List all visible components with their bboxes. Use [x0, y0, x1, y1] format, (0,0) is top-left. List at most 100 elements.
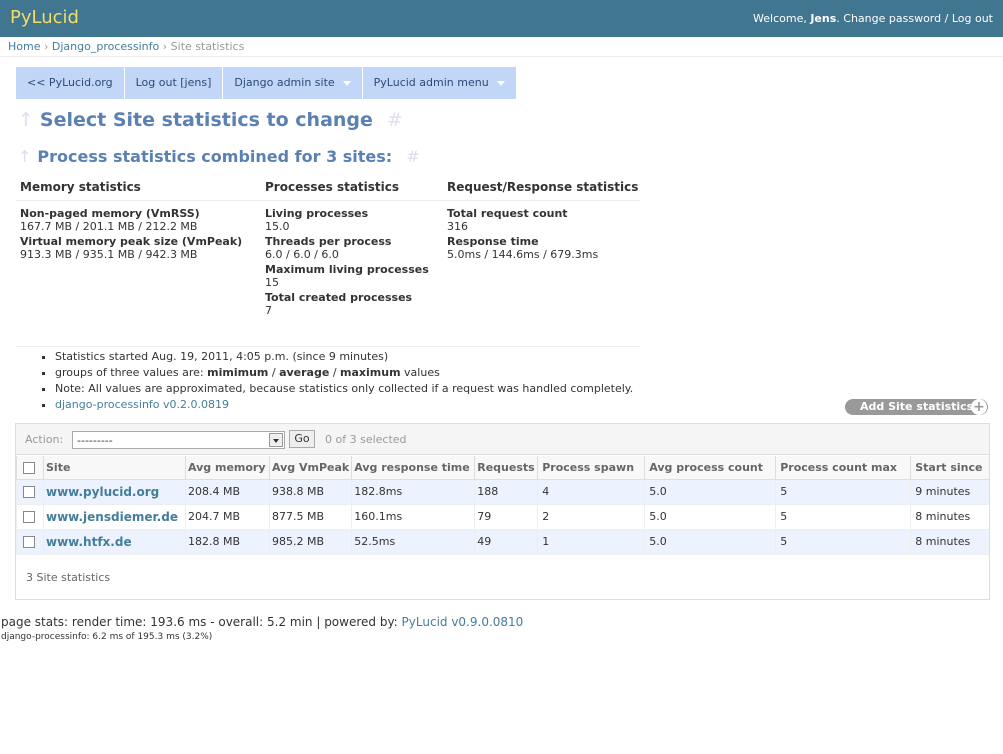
column-header-requests[interactable]: Requests: [474, 456, 538, 480]
username: Jens: [810, 12, 837, 25]
processinfo-stats: django-processinfo: 6.2 ms of 195.3 ms (…: [1, 632, 213, 642]
breadcrumb: Home › Django_processinfo › Site statist…: [0, 37, 1003, 57]
menu-item-logout[interactable]: Log out [jens]: [124, 67, 224, 99]
column-header-process-spawn[interactable]: Process spawn: [537, 456, 645, 480]
process-spawn-cell: 2: [537, 504, 645, 530]
processes-stats-title: Processes statistics: [265, 180, 400, 194]
groups-avg: average: [279, 366, 330, 379]
page-title: ↑ Select Site statistics to change #: [18, 109, 403, 131]
anchor-link-icon[interactable]: #: [387, 109, 403, 131]
avg-response-time-cell: 52.5ms: [351, 529, 475, 555]
changelist: Action: --------- Go 0 of 3 selected Sit…: [15, 423, 990, 600]
column-header-label: Requests: [477, 460, 535, 474]
row-checkbox[interactable]: [23, 486, 35, 498]
breadcrumb-separator: ›: [43, 40, 49, 53]
row-checkbox[interactable]: [23, 511, 35, 523]
menu-item-label: << PyLucid.org: [27, 76, 113, 89]
column-header-label: Avg VmPeak: [272, 460, 350, 474]
avg-vmpeak-cell: 877.5 MB: [268, 504, 352, 530]
pylucid-version-link[interactable]: PyLucid v0.9.0.0810: [402, 615, 524, 629]
site-link[interactable]: www.jensdiemer.de: [46, 510, 178, 524]
site-cell: www.pylucid.org: [43, 479, 186, 505]
column-header-label: Avg response time: [354, 460, 470, 474]
welcome-text: Welcome,: [753, 12, 811, 25]
column-header-start-since[interactable]: Start since: [910, 456, 989, 480]
avg-vmpeak-cell: 938.8 MB: [268, 479, 352, 505]
start-since-cell: 9 minutes: [910, 479, 989, 505]
column-header-label: Process count max: [780, 460, 897, 474]
add-site-statistics-button[interactable]: Add Site statistics +: [845, 399, 988, 415]
breadcrumb-app[interactable]: Django_processinfo: [52, 40, 159, 53]
up-arrow-icon[interactable]: ↑: [18, 109, 34, 131]
user-tools: Welcome, Jens. Change password / Log out: [753, 12, 993, 25]
menu-item-label: Django admin site: [234, 76, 335, 89]
avg-process-count-cell: 5.0: [644, 479, 776, 505]
started-note: Statistics started Aug. 19, 2011, 4:05 p…: [55, 350, 389, 363]
site-link[interactable]: www.htfx.de: [46, 535, 132, 549]
requests-cell: 49: [474, 529, 538, 555]
plus-icon: +: [971, 399, 987, 415]
groups-max: maximum: [340, 366, 401, 379]
go-button[interactable]: Go: [289, 430, 315, 448]
logout-link[interactable]: Log out: [952, 12, 993, 25]
menu-item-pylucid-admin-menu[interactable]: PyLucid admin menu: [362, 67, 517, 99]
processes-stats: Processes statistics Living processes 15…: [265, 180, 429, 319]
column-header-avg-vmpeak[interactable]: Avg VmPeak: [268, 456, 352, 480]
avg-vmpeak-cell: 985.2 MB: [268, 529, 352, 555]
stats-divider: [16, 346, 640, 347]
column-header-process-count-max[interactable]: Process count max: [775, 456, 911, 480]
column-header-label: Avg memory: [188, 460, 266, 474]
avg-memory-cell: 208.4 MB: [185, 479, 270, 505]
groups-suffix: values: [400, 366, 440, 379]
column-header-site[interactable]: Site: [43, 456, 186, 480]
stat-label: Virtual memory peak size (VmPeak): [20, 235, 243, 248]
up-arrow-icon[interactable]: ↑: [18, 147, 31, 166]
memory-stats-title: Memory statistics: [20, 180, 141, 194]
column-header-avg-response-time[interactable]: Avg response time: [351, 456, 475, 480]
groups-separator: /: [329, 366, 341, 379]
stat-label: Living processes: [265, 207, 369, 220]
anchor-link-icon[interactable]: #: [406, 147, 419, 166]
avg-process-count-cell: 5.0: [644, 529, 776, 555]
menu-item-pylucid-org[interactable]: << PyLucid.org: [16, 67, 125, 99]
select-all-header: [16, 456, 44, 480]
requests-cell: 79: [474, 504, 538, 530]
column-header-avg-memory[interactable]: Avg memory: [185, 456, 270, 480]
avg-response-time-cell: 160.1ms: [351, 504, 475, 530]
row-select-cell: [16, 504, 44, 530]
avg-memory-cell: 204.7 MB: [185, 504, 270, 530]
stat-value: 6.0 / 6.0 / 6.0: [265, 248, 339, 261]
start-since-cell: 8 minutes: [910, 504, 989, 530]
stat-label: Response time: [447, 235, 539, 248]
page-subtitle: ↑ Process statistics combined for 3 sites…: [18, 147, 420, 166]
action-select[interactable]: ---------: [72, 431, 285, 449]
approx-note: Note: All values are approximated, becau…: [55, 382, 634, 395]
user-tools-separator: /: [941, 12, 952, 25]
stat-value: 167.7 MB / 201.1 MB / 212.2 MB: [20, 220, 198, 233]
stat-value: 7: [265, 304, 272, 317]
site-link[interactable]: www.pylucid.org: [46, 485, 159, 499]
breadcrumb-current: Site statistics: [170, 40, 245, 53]
change-password-link[interactable]: Change password: [843, 12, 941, 25]
menu-item-django-admin-site[interactable]: Django admin site: [223, 67, 363, 99]
column-header-avg-process-count[interactable]: Avg process count: [644, 456, 776, 480]
column-header-label: Site: [46, 460, 71, 474]
table-row: www.pylucid.org 208.4 MB 938.8 MB 182.8m…: [16, 479, 989, 505]
processinfo-version-link[interactable]: django-processinfo v0.2.0.0819: [55, 398, 229, 411]
row-checkbox[interactable]: [23, 536, 35, 548]
row-select-cell: [16, 479, 44, 505]
list-item: groups of three values are: mimimum / av…: [55, 365, 633, 381]
request-stats-title: Request/Response statistics: [447, 180, 639, 194]
breadcrumb-home[interactable]: Home: [8, 40, 40, 53]
avg-process-count-cell: 5.0: [644, 504, 776, 530]
request-stats: Request/Response statistics Total reques…: [447, 180, 638, 263]
admin-menu: << PyLucid.org Log out [jens] Django adm…: [16, 67, 517, 99]
select-all-checkbox[interactable]: [23, 461, 35, 474]
page-stats-text: page stats: render time: 193.6 ms - over…: [1, 615, 402, 629]
menu-item-label: Log out [jens]: [135, 76, 212, 89]
breadcrumb-separator: ›: [162, 40, 168, 53]
process-spawn-cell: 4: [537, 479, 645, 505]
memory-stats: Memory statistics Non-paged memory (VmRS…: [20, 180, 242, 263]
stat-value: 15: [265, 276, 279, 289]
stat-label: Total request count: [447, 207, 568, 220]
